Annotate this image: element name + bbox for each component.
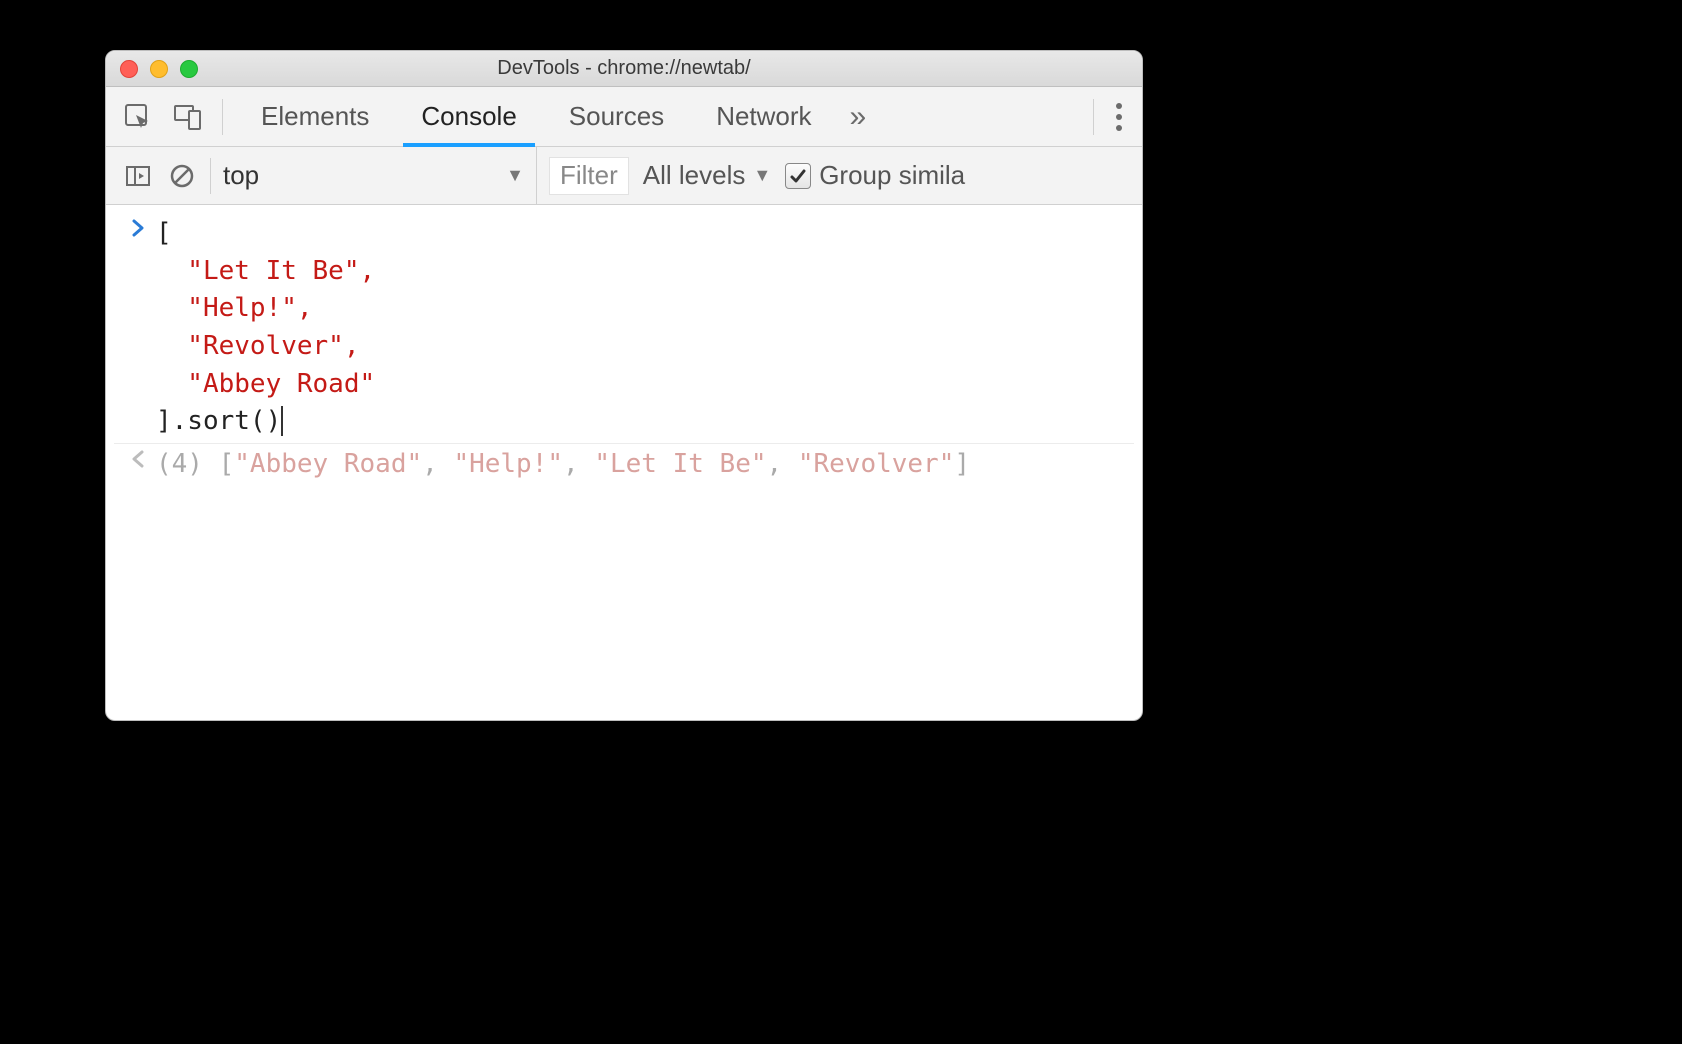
tab-console[interactable]: Console [395, 87, 542, 146]
console-sidebar-toggle-icon[interactable] [116, 154, 160, 198]
output-bracket: ] [954, 449, 970, 479]
dropdown-triangle-icon: ▼ [506, 165, 524, 186]
devtools-tabs: Elements Console Sources Network [235, 87, 838, 146]
divider [210, 158, 211, 194]
output-item: "Abbey Road" [234, 449, 422, 479]
devtools-toolbar: Elements Console Sources Network » [106, 87, 1142, 147]
output-item: "Revolver" [798, 449, 955, 479]
console-eager-eval-row: (4) ["Abbey Road", "Help!", "Let It Be",… [114, 443, 1134, 486]
code-text: "Help!", [156, 293, 313, 323]
output-arrow-icon [120, 446, 156, 470]
output-comma: , [563, 449, 594, 479]
text-cursor: ) [266, 406, 284, 436]
output-count: (4) [156, 449, 219, 479]
device-toolbar-icon[interactable] [166, 95, 210, 139]
tab-sources[interactable]: Sources [543, 87, 690, 146]
tab-network[interactable]: Network [690, 87, 837, 146]
log-level-selector[interactable]: All levels ▼ [643, 160, 771, 191]
output-comma: , [422, 449, 453, 479]
console-output: [ "Let It Be", "Help!", "Revolver", "Abb… [106, 205, 1142, 494]
tab-elements[interactable]: Elements [235, 87, 395, 146]
code-text: "Abbey Road" [156, 369, 375, 399]
output-comma: , [767, 449, 798, 479]
tab-label: Console [421, 101, 516, 132]
code-text: "Let It Be", [156, 256, 375, 286]
group-similar-checkbox[interactable] [785, 163, 811, 189]
group-similar-label: Group simila [819, 160, 965, 191]
dropdown-triangle-icon: ▼ [753, 165, 771, 186]
context-label: top [217, 160, 259, 191]
divider [222, 99, 223, 135]
settings-menu-icon[interactable] [1106, 101, 1132, 133]
code-text: "Revolver", [156, 331, 360, 361]
devtools-window: DevTools - chrome://newtab/ Elements Con… [105, 50, 1143, 721]
inspect-element-icon[interactable] [116, 95, 160, 139]
output-bracket: [ [219, 449, 235, 479]
filter-input[interactable]: Filter [549, 157, 629, 195]
code-text: ].sort( [156, 406, 266, 436]
window-title: DevTools - chrome://newtab/ [106, 57, 1142, 80]
console-output-code: (4) ["Abbey Road", "Help!", "Let It Be",… [156, 446, 1128, 484]
input-prompt-icon [120, 215, 156, 239]
tab-label: Network [716, 101, 811, 132]
clear-console-icon[interactable] [160, 154, 204, 198]
output-item: "Help!" [453, 449, 563, 479]
tabs-overflow-button[interactable]: » [844, 100, 873, 134]
tab-label: Sources [569, 101, 664, 132]
execution-context-selector[interactable]: top ▼ [217, 147, 537, 204]
levels-label: All levels [643, 160, 746, 191]
console-input-code[interactable]: [ "Let It Be", "Help!", "Revolver", "Abb… [156, 215, 1128, 441]
output-item: "Let It Be" [594, 449, 766, 479]
tab-label: Elements [261, 101, 369, 132]
divider [1093, 99, 1094, 135]
filter-placeholder: Filter [560, 160, 618, 191]
console-filter-bar: top ▼ Filter All levels ▼ Group simila [106, 147, 1142, 205]
code-text: [ [156, 218, 172, 248]
console-input-row[interactable]: [ "Let It Be", "Help!", "Revolver", "Abb… [114, 213, 1134, 443]
titlebar: DevTools - chrome://newtab/ [106, 51, 1142, 87]
